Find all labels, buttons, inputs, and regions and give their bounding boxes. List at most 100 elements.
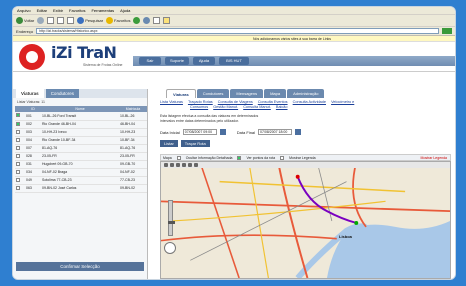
table-row[interactable]: 007 81-AQ-76 81-AQ-76 — [15, 144, 147, 153]
logout-button[interactable]: Sair — [139, 57, 161, 65]
tab-main-messages[interactable]: Mensagens — [230, 89, 264, 98]
map-toolbar — [161, 162, 450, 168]
tab-main-drivers[interactable]: Condutores — [196, 89, 230, 98]
pan-control-icon[interactable] — [164, 242, 176, 254]
link-events[interactable]: Consulta Eventos — [258, 100, 288, 104]
tab-main-admin[interactable]: Administração — [287, 89, 325, 98]
tab-vehicles[interactable]: Viaturas — [16, 89, 44, 98]
row-checkbox[interactable] — [16, 169, 20, 174]
menu-edit[interactable]: Editar — [37, 8, 47, 13]
tab-drivers[interactable]: Condutores — [45, 89, 79, 98]
search-icon — [77, 17, 85, 24]
show-legend-link[interactable]: Mostrar Legenda — [421, 156, 450, 160]
menu-help[interactable]: Ajuda — [120, 8, 130, 13]
row-checkbox[interactable] — [16, 137, 20, 142]
forward-arrow-icon[interactable] — [37, 17, 45, 24]
row-checkbox[interactable] — [16, 177, 20, 182]
table-row[interactable]: 004 Rio Grande 10-BF-34 10-BF-34 — [15, 136, 147, 145]
calendar-icon[interactable] — [295, 129, 302, 135]
stop-icon[interactable] — [47, 17, 55, 24]
vehicle-id-cell: 001 — [25, 112, 41, 121]
row-checkbox[interactable] — [16, 129, 20, 134]
description: Esta listagem efectua a consulta das via… — [150, 112, 455, 125]
measure-tool-icon[interactable] — [182, 163, 186, 167]
mail-icon[interactable] — [143, 17, 151, 24]
menu-view[interactable]: Exibir — [53, 8, 63, 13]
zoom-in-tool-icon[interactable] — [170, 163, 174, 167]
table-row[interactable]: 031 Hugobert 09-GB-70 09-GB-70 — [15, 160, 147, 169]
table-row[interactable]: 002 Rio Grande 46-BH-04 46-BH-04 — [15, 120, 147, 129]
list-button[interactable]: Listar — [160, 140, 178, 147]
browser-window: Arquivo Editar Exibir Favoritos Ferramen… — [12, 6, 456, 280]
print-icon[interactable] — [153, 17, 161, 24]
vehicle-id-cell: 028 — [25, 152, 41, 161]
back-button[interactable]: Voltar — [16, 17, 34, 24]
table-row[interactable]: 028 23-05-FR 23-05-FR — [15, 152, 147, 161]
link-vehicle-list[interactable]: Lista Viaturas — [160, 100, 183, 104]
date-initial-input[interactable]: 07/08/2007 09:00 — [182, 129, 217, 135]
date-final-input[interactable]: 07/08/2007 18:00 — [258, 129, 293, 135]
zoom-out-tool-icon[interactable] — [176, 163, 180, 167]
print-map-icon[interactable] — [194, 163, 198, 167]
go-button[interactable] — [442, 28, 452, 34]
star-icon — [106, 17, 114, 24]
folder-icon[interactable] — [163, 17, 171, 24]
pan-tool-icon[interactable] — [164, 163, 168, 167]
address-input[interactable]: http://izi.tracks/sistema/Historico.aspx — [36, 28, 439, 34]
row-checkbox[interactable] — [16, 145, 20, 150]
route-map[interactable]: Lisboa — [160, 161, 451, 279]
table-row[interactable]: 063 09-BN-02 José Carlos 09-BN-02 — [15, 184, 147, 193]
legend-checkbox[interactable] — [280, 155, 285, 160]
row-checkbox[interactable] — [16, 153, 20, 158]
table-row[interactable]: 049 Sotolima 77-CB-23 77-CB-23 — [15, 176, 147, 185]
home-icon[interactable] — [67, 17, 75, 24]
company-button[interactable]: BIS HUT — [219, 57, 249, 65]
table-row[interactable]: 001 10-BL-26 Ford Transit 10-BL-26 — [15, 112, 147, 121]
row-checkbox[interactable] — [16, 161, 20, 166]
zoom-slider[interactable] — [168, 200, 175, 236]
link-trips[interactable]: Consulta de Viagens — [218, 100, 253, 104]
refresh-icon[interactable] — [57, 17, 65, 24]
zoom-knob[interactable] — [168, 221, 175, 224]
link-route-trace[interactable]: Traçado Rotas — [188, 100, 213, 104]
row-checkbox[interactable] — [16, 113, 20, 118]
link-activity[interactable]: Consulta Actividade — [293, 100, 326, 104]
support-button[interactable]: Suporte — [165, 57, 189, 65]
logo-text: iZi TraN — [51, 43, 117, 62]
sidebar-tabs: Viaturas Condutores — [13, 89, 147, 98]
vehicle-plate-cell: 77-CB-23 — [119, 176, 147, 185]
row-checkbox[interactable] — [16, 121, 20, 126]
search-button[interactable]: Pesquisar — [77, 17, 103, 24]
info-tool-icon[interactable] — [188, 163, 192, 167]
table-row[interactable]: 034 04-NF-02 Braga 04-NF-02 — [15, 168, 147, 177]
route-points-checkbox[interactable] — [237, 155, 242, 160]
vehicle-plate-cell: 04-NF-02 — [119, 168, 147, 177]
hide-details-checkbox[interactable] — [176, 155, 181, 160]
menu-favorites[interactable]: Favoritos — [69, 8, 85, 13]
calendar-icon[interactable] — [219, 129, 226, 135]
select-cell — [15, 152, 25, 161]
menu-file[interactable]: Arquivo — [17, 8, 31, 13]
vehicle-id-cell: 049 — [25, 176, 41, 185]
vehicle-name-cell: 10-HH-23 Iveco — [41, 128, 119, 137]
trace-route-button[interactable]: Traçar Rota — [180, 140, 210, 147]
history-icon[interactable] — [133, 17, 141, 24]
link-counter[interactable]: Balcão — [276, 105, 288, 109]
row-checkbox[interactable] — [16, 185, 20, 190]
vehicle-id-cell: 034 — [25, 168, 41, 177]
main-panel: Viaturas Condutores Mensagens Mapa Admin… — [150, 89, 455, 279]
confirm-selection-button[interactable]: Confirmar Selecção — [16, 262, 144, 271]
help-button[interactable]: Ajuda — [193, 57, 215, 65]
link-maintenance-query[interactable]: Consulta Manut. — [243, 105, 271, 109]
app-header: iZi TraN Sistema de Frotas Online Sair S… — [13, 42, 455, 72]
tab-main-vehicles[interactable]: Viaturas — [166, 89, 196, 98]
tab-main-map[interactable]: Mapa — [264, 89, 287, 98]
menu-tools[interactable]: Ferramentas — [91, 8, 114, 13]
table-row[interactable]: 003 10-HH-23 Iveco 10-HH-23 — [15, 128, 147, 137]
link-speedometer[interactable]: Velocímetro e — [331, 100, 354, 104]
link-consumption[interactable]: Consumos — [190, 105, 208, 109]
vehicle-id-cell: 004 — [25, 136, 41, 145]
favorites-button[interactable]: Favoritos — [106, 17, 130, 24]
action-buttons: Listar Traçar Rota — [150, 139, 455, 148]
link-maintenance-mgmt[interactable]: Gestão Manut. — [213, 105, 238, 109]
